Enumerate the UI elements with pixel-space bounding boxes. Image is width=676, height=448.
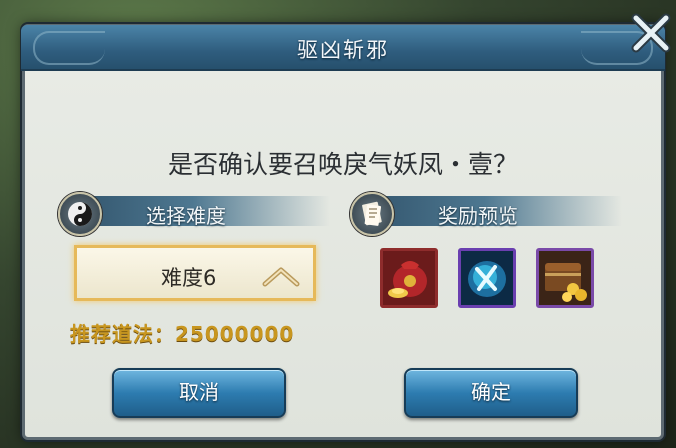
reward-header-label: 奖励预览 (438, 204, 518, 228)
difficulty-value: 难度6 (161, 266, 217, 290)
reward-item-skill-crystal[interactable] (458, 248, 516, 308)
confirm-question: 是否确认要召唤戾气妖凤・壹？ (167, 150, 518, 179)
difficulty-selector[interactable]: 难度6 (74, 245, 316, 301)
reward-header: 奖励预览 (350, 192, 630, 236)
title-bar: 驱凶斩邪 (21, 25, 665, 71)
recommended-power: 推荐道法：25000000 (70, 322, 295, 346)
close-icon[interactable] (630, 12, 672, 54)
chevron-up-icon[interactable] (261, 262, 301, 288)
confirm-button[interactable]: 确定 (404, 368, 578, 418)
scroll-letter-icon (350, 192, 394, 236)
yin-yang-icon (58, 192, 102, 236)
dialog-title: 驱凶斩邪 (297, 38, 389, 62)
treasure-bag-icon (383, 251, 435, 305)
difficulty-header: 选择难度 (58, 192, 338, 236)
cancel-button[interactable]: 取消 (112, 368, 286, 418)
skill-crystal-icon (461, 251, 513, 305)
reward-item-gold-chest[interactable] (536, 248, 594, 308)
gold-chest-icon (539, 251, 591, 305)
reward-item-treasure-bag[interactable] (380, 248, 438, 308)
difficulty-header-label: 选择难度 (146, 204, 226, 228)
